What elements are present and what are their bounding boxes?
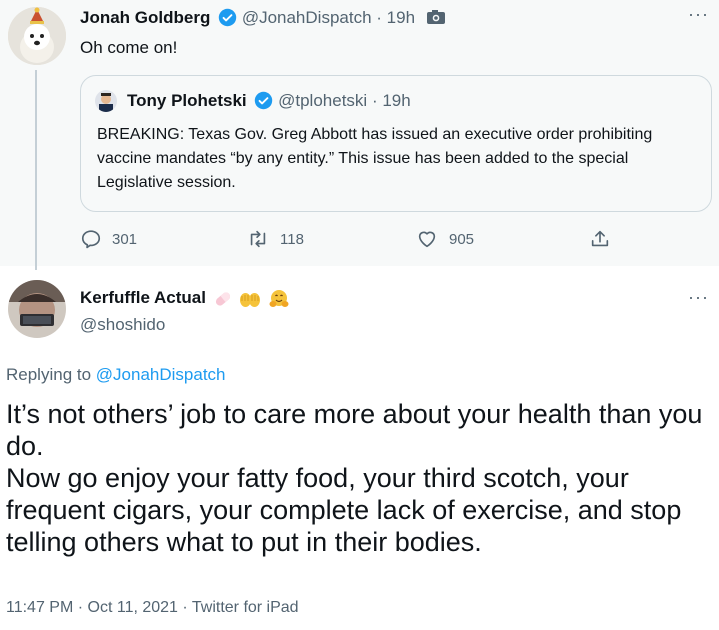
author-name[interactable]: Tony Plohetski	[127, 91, 247, 110]
reply-count: 301	[112, 230, 138, 248]
replying-to: Replying to @JonahDispatch	[6, 365, 226, 385]
author-name[interactable]: Jonah Goldberg	[80, 8, 210, 27]
separator: ·	[376, 8, 382, 27]
more-options-icon[interactable]: ···	[688, 4, 709, 25]
open-hands-emoji	[240, 292, 261, 307]
quoted-header: Tony Plohetski @tplohetski · 19h	[127, 91, 411, 111]
verified-badge-icon	[218, 8, 237, 26]
pill-emoji	[215, 291, 230, 306]
share-icon	[591, 230, 609, 247]
hugging-face-emoji	[269, 289, 289, 307]
author-handle[interactable]: @JonahDispatch	[242, 8, 372, 27]
more-options-icon[interactable]: ···	[688, 287, 709, 308]
verified-badge-icon	[255, 91, 273, 109]
separator: ·	[371, 91, 378, 110]
reply-button[interactable]: 301	[80, 228, 137, 250]
parent-tweet-text: Oh come on!	[80, 38, 178, 57]
reply-header: Kerfuffle Actual	[80, 288, 290, 309]
author-name[interactable]: Kerfuffle Actual	[80, 288, 206, 307]
reply-tweet-text: It’s not others’ job to care more about …	[6, 399, 703, 557]
author-handle[interactable]: @shoshido	[80, 315, 165, 335]
camera-icon	[426, 9, 445, 24]
retweet-count: 118	[280, 230, 304, 248]
thread-connector	[35, 70, 37, 270]
share-button[interactable]	[589, 228, 611, 250]
reply-icon	[81, 230, 101, 249]
tweet-time[interactable]: 19h	[387, 8, 415, 27]
retweet-icon	[250, 230, 266, 248]
retweet-button[interactable]: 118	[246, 228, 304, 250]
author-handle[interactable]: @tplohetski	[278, 91, 367, 110]
tweet-time[interactable]: 19h	[382, 91, 410, 110]
parent-header: Jonah Goldberg @JonahDispatch · 19h	[80, 8, 446, 28]
like-count: 905	[449, 230, 475, 248]
like-button[interactable]: 905	[415, 228, 474, 250]
heart-icon	[418, 231, 436, 248]
quoted-tweet-text: BREAKING: Texas Gov. Greg Abbott has iss…	[97, 126, 653, 191]
avatar[interactable]	[95, 90, 117, 112]
replying-prefix: Replying to	[6, 365, 92, 384]
replying-to-link[interactable]: @JonahDispatch	[96, 365, 226, 384]
tweet-timestamp[interactable]: 11:47 PM · Oct 11, 2021 · Twitter for iP…	[6, 599, 299, 617]
quoted-tweet[interactable]: Tony Plohetski @tplohetski · 19h BREAKIN…	[80, 75, 712, 212]
parent-tweet[interactable]: Jonah Goldberg @JonahDispatch · 19h ··· …	[0, 0, 719, 270]
avatar[interactable]	[8, 7, 66, 65]
avatar[interactable]	[8, 280, 66, 338]
